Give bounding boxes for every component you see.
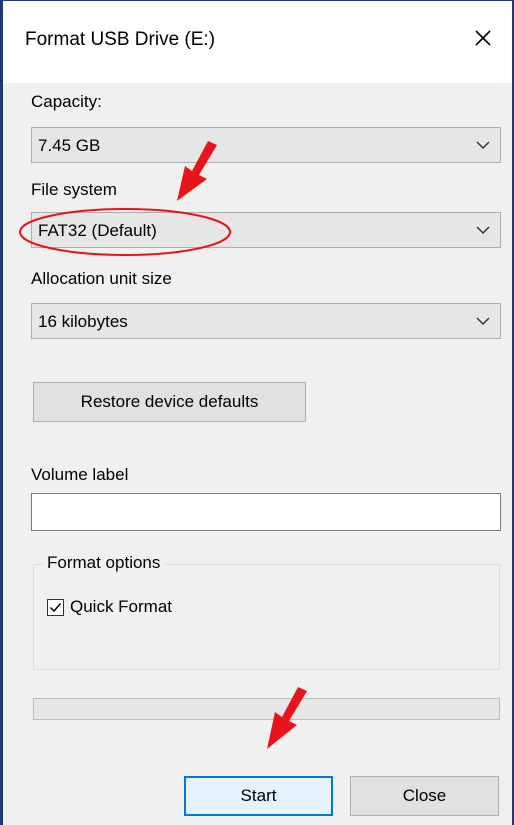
close-button[interactable]: Close <box>350 776 499 816</box>
title-bar[interactable]: Format USB Drive (E:) <box>3 1 512 83</box>
close-window-button[interactable] <box>468 23 498 53</box>
file-system-dropdown[interactable]: FAT32 (Default) <box>31 212 501 248</box>
chevron-down-icon <box>476 141 490 149</box>
volume-label-label: Volume label <box>31 465 129 484</box>
format-options-group <box>33 564 500 670</box>
chevron-down-icon <box>476 226 490 234</box>
format-dialog: Format USB Drive (E:) Capacity: 7.45 GB … <box>0 0 514 825</box>
format-progress-bar <box>33 698 500 720</box>
capacity-value: 7.45 GB <box>38 136 101 155</box>
start-button[interactable]: Start <box>184 776 333 816</box>
allocation-size-label: Allocation unit size <box>31 269 172 288</box>
quick-format-checkbox[interactable] <box>47 598 64 616</box>
file-system-value: FAT32 (Default) <box>38 221 157 240</box>
red-arrow-icon <box>267 687 307 749</box>
capacity-dropdown[interactable]: 7.45 GB <box>31 127 501 163</box>
format-options-legend: Format options <box>43 553 165 573</box>
capacity-label: Capacity: <box>31 92 102 111</box>
file-system-label: File system <box>31 180 117 199</box>
restore-defaults-button[interactable]: Restore device defaults <box>33 382 306 422</box>
close-icon <box>475 30 491 46</box>
allocation-size-value: 16 kilobytes <box>38 312 128 331</box>
dialog-title: Format USB Drive (E:) <box>25 29 216 50</box>
volume-label-input[interactable] <box>31 493 501 531</box>
allocation-size-dropdown[interactable]: 16 kilobytes <box>31 303 501 339</box>
chevron-down-icon <box>476 317 490 325</box>
quick-format-option[interactable]: Quick Format <box>47 597 172 617</box>
quick-format-label: Quick Format <box>70 597 173 616</box>
checkmark-icon <box>49 602 62 612</box>
